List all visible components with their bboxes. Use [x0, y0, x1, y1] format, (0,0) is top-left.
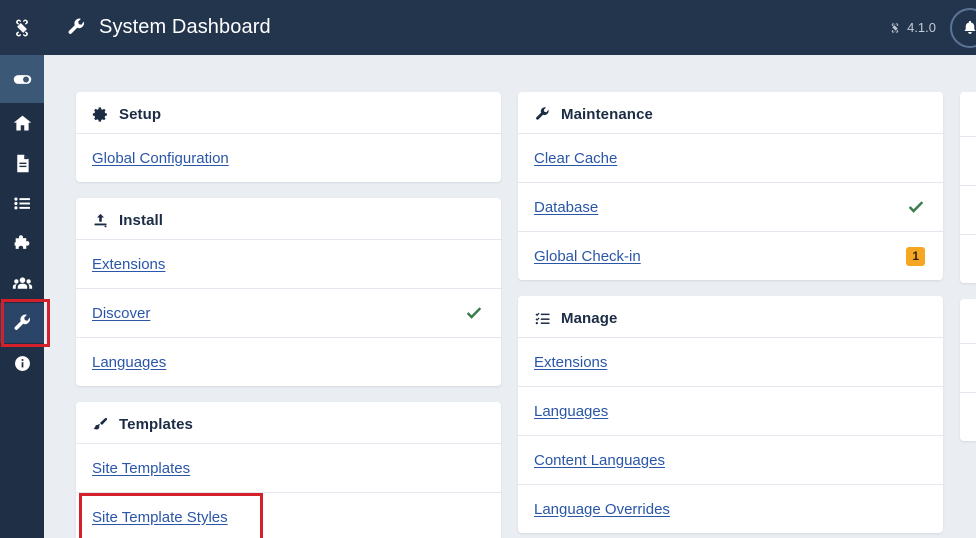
link-content-languages[interactable]: Content Languages	[534, 452, 665, 469]
sidebar-item-components[interactable]	[0, 223, 44, 263]
card-row[interactable]: Extensions	[518, 337, 943, 386]
card-manage: Manage Extensions Languages Content Languag…	[518, 296, 943, 533]
sidebar-item-home[interactable]	[0, 103, 44, 143]
bell-icon	[964, 20, 976, 34]
card-row[interactable]: Global Configuration	[76, 133, 501, 182]
dashboard-column-2: Maintenance Clear Cache Database Global Che…	[518, 92, 943, 538]
card-row[interactable]: Languages	[76, 337, 501, 386]
card-row[interactable]: Extensions	[76, 239, 501, 288]
document-icon	[16, 154, 29, 172]
link-global-configuration[interactable]: Global Configuration	[92, 150, 229, 167]
card-row[interactable]: Database	[518, 182, 943, 231]
card-header: Setup	[76, 92, 501, 133]
card-row[interactable]: Global Check-in 1	[518, 231, 943, 280]
sidebar-item-users[interactable]	[0, 263, 44, 303]
joomla-logo-icon	[891, 22, 899, 33]
card-card	[960, 92, 976, 283]
row-status	[465, 306, 483, 321]
top-header: System Dashboard 4.1.0	[44, 0, 976, 55]
link-languages[interactable]: Languages	[92, 354, 166, 371]
card-row[interactable]: Discover	[76, 288, 501, 337]
row-status: 1	[906, 246, 925, 266]
card-row[interactable]	[960, 234, 976, 283]
card-row[interactable]: Clear Cache	[518, 133, 943, 182]
card-row[interactable]	[960, 185, 976, 234]
version-label: 4.1.0	[907, 20, 936, 35]
card-header	[960, 299, 976, 343]
card-header	[960, 92, 976, 136]
sidebar-item-toggle[interactable]	[0, 55, 44, 103]
dashboard-column-1: Setup Global Configuration Install Extensio…	[76, 92, 501, 538]
card-header: Templates	[76, 402, 501, 443]
home-icon	[13, 115, 31, 130]
link-site-template-styles[interactable]: Site Template Styles	[92, 509, 228, 526]
card-install: Install Extensions Discover Languages	[76, 198, 501, 386]
card-row[interactable]	[960, 392, 976, 441]
toggle-menu-icon	[13, 74, 31, 84]
card-templates: Templates Site Templates Site Template Sty…	[76, 402, 501, 538]
header-right: 4.1.0	[889, 7, 976, 48]
check-icon	[466, 306, 482, 319]
card-row[interactable]: Site Template Styles	[76, 492, 501, 538]
card-title: Manage	[561, 310, 618, 327]
sidebar-item-content[interactable]	[0, 143, 44, 183]
card-row[interactable]	[960, 343, 976, 392]
card-card	[960, 299, 976, 441]
card-header: Manage	[518, 296, 943, 337]
link-site-templates[interactable]: Site Templates	[92, 460, 190, 477]
card-title: Setup	[119, 106, 162, 123]
wrench-icon	[14, 314, 30, 330]
row-status	[907, 200, 925, 215]
puzzle-piece-icon	[14, 234, 29, 249]
list-check-icon	[535, 312, 550, 325]
joomla-admin-dashboard: System Dashboard 4.1.0 Setup Global Confi…	[0, 0, 976, 538]
card-row[interactable]: Content Languages	[518, 435, 943, 484]
upload-icon	[94, 213, 107, 228]
version-indicator: 4.1.0	[889, 20, 936, 35]
link-discover[interactable]: Discover	[92, 305, 150, 322]
joomla-logo-icon[interactable]	[0, 0, 44, 55]
cards-columns: Setup Global Configuration Install Extensio…	[44, 55, 976, 538]
link-language-overrides[interactable]: Language Overrides	[534, 501, 670, 518]
sidebar-item-menus[interactable]	[0, 183, 44, 223]
status-badge: 1	[906, 246, 925, 266]
card-row[interactable]: Language Overrides	[518, 484, 943, 533]
card-row[interactable]: Languages	[518, 386, 943, 435]
card-header: Install	[76, 198, 501, 239]
list-icon	[13, 197, 30, 209]
link-global-check-in[interactable]: Global Check-in	[534, 248, 641, 265]
link-database[interactable]: Database	[534, 199, 598, 216]
dashboard-column-3	[960, 92, 976, 538]
link-extensions[interactable]: Extensions	[92, 256, 165, 273]
sidebar	[0, 0, 50, 538]
card-row[interactable]: Site Templates	[76, 443, 501, 492]
card-row[interactable]	[960, 136, 976, 185]
page-title: System Dashboard	[99, 16, 271, 38]
page-title-group: System Dashboard	[66, 16, 271, 39]
card-title: Install	[119, 212, 164, 229]
notifications-button[interactable]	[950, 7, 976, 48]
card-header: Maintenance	[518, 92, 943, 133]
card-title: Templates	[119, 416, 193, 433]
wrench-icon	[536, 107, 549, 120]
sidebar-item-system[interactable]	[0, 299, 50, 347]
card-setup: Setup Global Configuration	[76, 92, 501, 182]
link-clear-cache[interactable]: Clear Cache	[534, 150, 617, 167]
dashboard-content: Setup Global Configuration Install Extensio…	[44, 55, 976, 538]
wrench-icon	[68, 18, 84, 34]
sidebar-item-help[interactable]	[0, 343, 44, 383]
paintbrush-icon	[93, 417, 108, 430]
info-circle-icon	[14, 355, 30, 371]
link-extensions[interactable]: Extensions	[534, 354, 607, 371]
check-icon	[908, 200, 924, 213]
gear-icon	[92, 107, 107, 122]
users-icon	[12, 276, 32, 289]
card-maintenance: Maintenance Clear Cache Database Global Che…	[518, 92, 943, 280]
card-title: Maintenance	[561, 106, 653, 123]
link-languages[interactable]: Languages	[534, 403, 608, 420]
